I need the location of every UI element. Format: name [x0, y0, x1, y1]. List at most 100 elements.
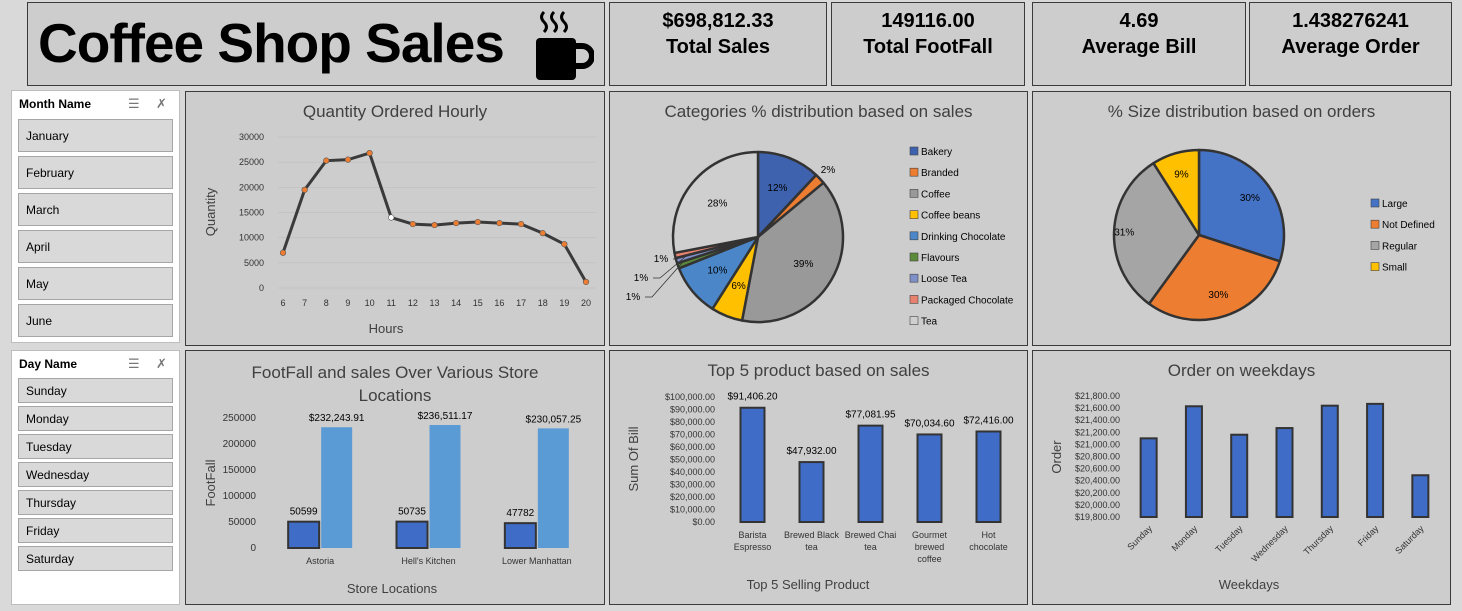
x-tick-label: 7 — [302, 298, 307, 308]
month-slicer-header: Month Name ☰ ✗ — [12, 91, 179, 115]
x-tick-label: Sunday — [1125, 523, 1154, 552]
x-tick-label: 17 — [516, 298, 526, 308]
legend-swatch — [909, 252, 919, 262]
product-bar — [916, 433, 943, 523]
slicer-item-thursday[interactable]: Thursday — [18, 490, 173, 515]
product-bar — [798, 461, 825, 523]
slicer-item-monday[interactable]: Monday — [18, 406, 173, 431]
kpi-average-bill: 4.69 Average Bill — [1032, 2, 1246, 86]
weekday-bar — [1230, 433, 1249, 518]
sales-bar — [429, 425, 461, 548]
legend-swatch — [909, 167, 919, 177]
legend-label: Loose Tea — [921, 274, 967, 285]
slice-label: 39% — [793, 259, 813, 270]
data-point — [517, 220, 525, 228]
x-tick-label: 19 — [559, 298, 569, 308]
data-label: $232,243.91 — [309, 413, 365, 424]
x-tick-label: 18 — [538, 298, 548, 308]
footfall-bar — [287, 520, 321, 550]
legend-label: Branded — [921, 168, 959, 179]
data-point — [279, 249, 287, 256]
y-tick-label: $70,000.00 — [670, 430, 715, 440]
y-tick-label: $20,800.00 — [1075, 452, 1120, 462]
multi-select-icon[interactable]: ☰ — [128, 356, 140, 372]
legend-label: Coffee beans — [921, 211, 980, 222]
x-tick-label: Hot — [981, 530, 996, 540]
slicer-item-february[interactable]: February — [18, 156, 173, 189]
hourly-chart-panel: Quantity Ordered Hourly 0 5000 10000 15000 2… — [185, 91, 605, 346]
slicer-item-sunday[interactable]: Sunday — [18, 378, 173, 403]
kpi-label: Average Order — [1281, 36, 1420, 58]
data-point — [323, 157, 330, 164]
y-tick-label: $21,200.00 — [1075, 427, 1120, 437]
coffee-cup-icon — [536, 10, 594, 80]
product-bar — [857, 424, 884, 523]
legend-swatch — [909, 316, 919, 325]
slice-label: 2% — [821, 165, 836, 176]
slicer-item-january[interactable]: January — [18, 119, 173, 152]
slicer-title: Day Name — [19, 357, 78, 371]
x-tick-label: Saturday — [1393, 523, 1426, 556]
x-tick-label: 8 — [324, 298, 329, 308]
x-tick-label: Monday — [1170, 523, 1200, 553]
slicer-item-march[interactable]: March — [18, 193, 173, 226]
weekday-bar — [1275, 427, 1294, 518]
legend-label: Tea — [921, 317, 938, 328]
y-tick-label: 0 — [259, 283, 264, 293]
legend-label: Bakery — [921, 147, 952, 158]
x-axis-label: Store Locations — [347, 581, 438, 596]
data-label: $77,081.95 — [845, 410, 895, 421]
y-tick-label: 25000 — [239, 157, 264, 167]
slicer-item-friday[interactable]: Friday — [18, 518, 173, 543]
clear-filter-icon[interactable]: ✗ — [156, 96, 167, 112]
y-tick-label: $100,000.00 — [665, 392, 715, 402]
slice-label: 30% — [1240, 193, 1260, 204]
data-point — [539, 230, 546, 237]
clear-filter-icon[interactable]: ✗ — [156, 356, 167, 372]
legend-label: Regular — [1382, 241, 1418, 252]
slicer-item-wednesday[interactable]: Wednesday — [18, 462, 173, 487]
x-axis-label: Top 5 Selling Product — [747, 577, 870, 592]
slice-label: 1% — [626, 292, 641, 303]
month-slicer: Month Name ☰ ✗ January February March Ap… — [11, 90, 180, 343]
data-point — [366, 150, 373, 157]
slicer-title: Month Name — [19, 97, 91, 111]
y-tick-label: $60,000.00 — [670, 442, 715, 452]
x-tick-label: 20 — [581, 298, 591, 308]
x-tick-label: chocolate — [969, 542, 1008, 552]
footfall-bar-chart: 0 50000 100000 150000 200000 250000 50599 $232,… — [203, 411, 582, 596]
slicer-item-may[interactable]: May — [18, 267, 173, 300]
x-tick-label: coffee — [917, 554, 941, 564]
dashboard-title: Coffee Shop Sales — [38, 12, 505, 74]
legend-label: Small — [1382, 263, 1407, 274]
slice-label: 6% — [731, 281, 746, 292]
data-label: $47,932.00 — [786, 446, 836, 457]
y-tick-label: 150000 — [223, 465, 257, 476]
data-label: $72,416.00 — [963, 415, 1013, 426]
weekday-bar — [1320, 404, 1339, 518]
legend-label: Packaged Chocolate — [921, 295, 1014, 306]
data-point — [496, 219, 503, 227]
y-tick-label: $30,000.00 — [670, 480, 715, 490]
slicer-item-saturday[interactable]: Saturday — [18, 546, 173, 571]
slicer-item-april[interactable]: April — [18, 230, 173, 263]
x-tick-label: 9 — [345, 298, 350, 308]
slicer-item-tuesday[interactable]: Tuesday — [18, 434, 173, 459]
y-tick-label: 20000 — [239, 182, 264, 192]
data-label: 47782 — [506, 508, 534, 519]
data-point — [582, 278, 590, 286]
legend-swatch — [909, 210, 919, 219]
x-tick-label: Gourmet — [912, 530, 948, 540]
legend-swatch — [1370, 198, 1380, 208]
legend-swatch — [909, 231, 919, 241]
x-tick-label: Espresso — [734, 542, 772, 552]
multi-select-icon[interactable]: ☰ — [128, 96, 140, 112]
footfall-chart-panel: FootFall and sales Over Various Store Lo… — [185, 350, 605, 605]
y-tick-label: 10000 — [239, 233, 264, 243]
kpi-total-sales: $698,812.33 Total Sales — [609, 2, 827, 86]
data-point — [474, 218, 481, 226]
y-axis-label: Sum Of Bill — [626, 426, 641, 491]
slicer-item-june[interactable]: June — [18, 304, 173, 337]
x-tick-label: Hell's Kitchen — [401, 556, 455, 566]
slice-label: 1% — [634, 273, 649, 284]
